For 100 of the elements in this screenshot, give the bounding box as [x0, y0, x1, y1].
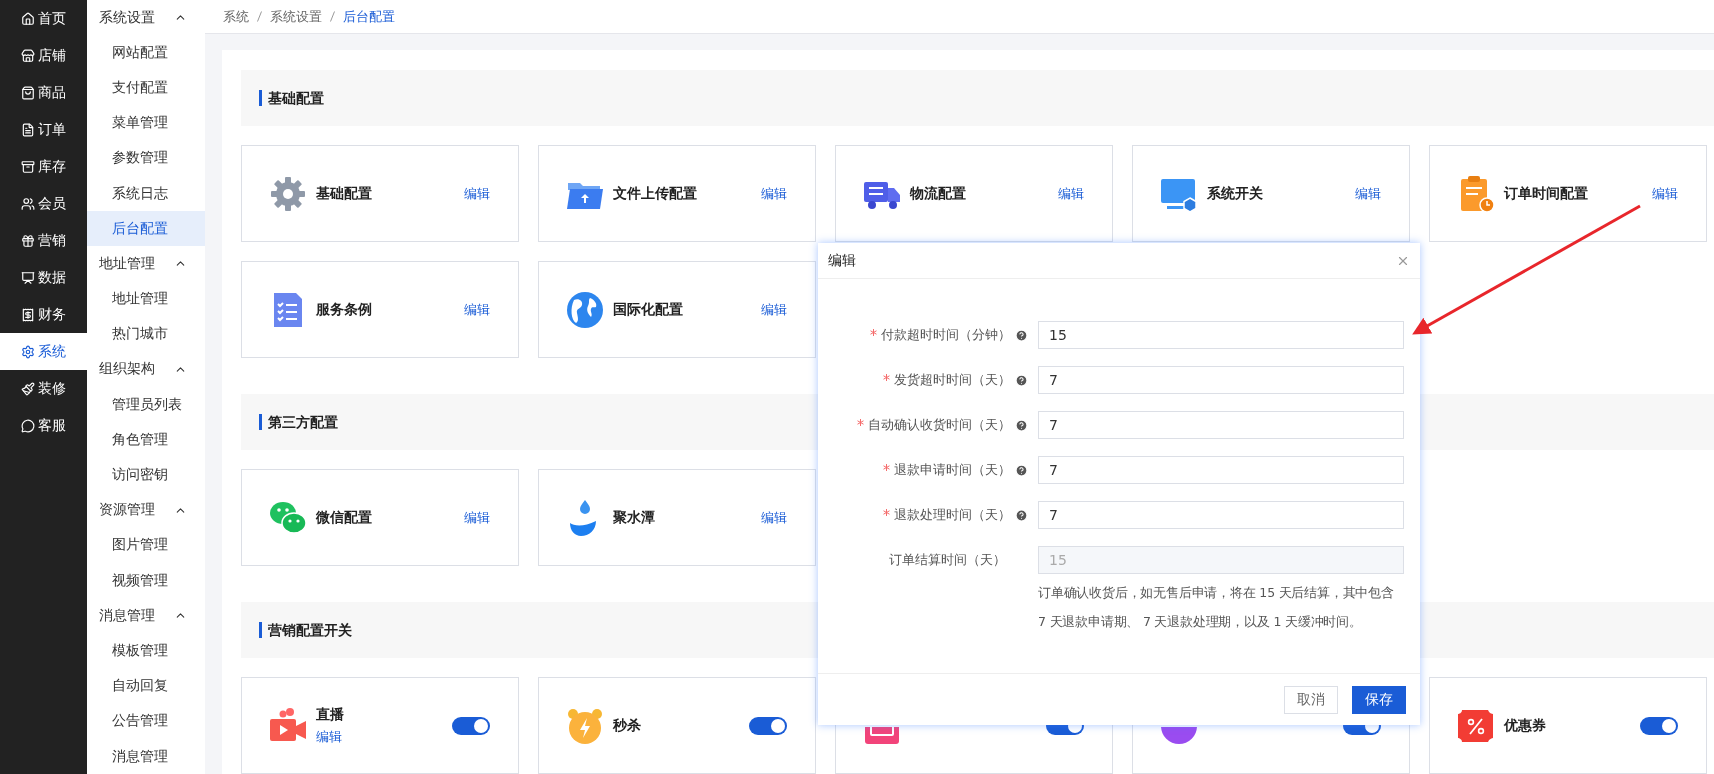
nav-item[interactable]: 客服: [0, 407, 87, 444]
edit-link[interactable]: 编辑: [316, 727, 342, 746]
menu-group-label: 组织架构: [99, 360, 155, 379]
input-field[interactable]: 15: [1038, 321, 1404, 349]
input-field[interactable]: 7: [1038, 411, 1404, 439]
menu-group-label: 地址管理: [99, 254, 155, 273]
menu-item[interactable]: 网站配置: [87, 35, 205, 71]
menu-item[interactable]: 菜单管理: [87, 105, 205, 141]
help-icon[interactable]: [1015, 373, 1028, 387]
card-title: 物流配置: [910, 184, 966, 203]
menu-item[interactable]: 公告管理: [87, 703, 205, 739]
menu-item[interactable]: 自动回复: [87, 668, 205, 704]
nav-item[interactable]: 库存: [0, 148, 87, 185]
section-title: 第三方配置: [259, 414, 338, 430]
menu-item[interactable]: 系统日志: [87, 175, 205, 212]
menu-group[interactable]: 组织架构: [87, 351, 205, 388]
chart-board-icon: [21, 270, 35, 285]
menu-group[interactable]: 资源管理: [87, 492, 205, 528]
nav-item[interactable]: 商品: [0, 74, 87, 111]
edit-link[interactable]: 编辑: [464, 300, 490, 319]
input-field[interactable]: 7: [1038, 456, 1404, 484]
menu-group-label: 消息管理: [99, 606, 155, 625]
round-app-icon: [1159, 727, 1199, 744]
nav-item[interactable]: 数据: [0, 259, 87, 296]
card-title: 微信配置: [316, 508, 372, 527]
menu-item[interactable]: 参数管理: [87, 140, 205, 176]
toggle-switch[interactable]: [452, 716, 490, 735]
toggle-switch[interactable]: [749, 716, 787, 735]
gift-icon: [21, 233, 35, 248]
breadcrumb-link[interactable]: 后台配置: [343, 7, 395, 26]
bag-icon: [21, 85, 35, 100]
input-field[interactable]: 7: [1038, 501, 1404, 529]
nav-item[interactable]: 店铺: [0, 37, 87, 74]
toggle-switch[interactable]: [1640, 716, 1678, 735]
breadcrumb-link[interactable]: 系统: [223, 7, 249, 26]
home-icon: [21, 11, 35, 26]
help-icon[interactable]: [1015, 328, 1028, 342]
section-title: 基础配置: [259, 90, 324, 106]
edit-link[interactable]: 编辑: [1058, 184, 1084, 203]
cancel-button[interactable]: 取消: [1284, 685, 1338, 714]
card-title: 系统开关: [1207, 184, 1263, 203]
edit-link[interactable]: 编辑: [761, 508, 787, 527]
nav-item[interactable]: 首页: [0, 0, 87, 37]
card-title: 优惠券: [1504, 716, 1546, 735]
card-title: 直播: [316, 705, 344, 724]
menu-item[interactable]: 管理员列表: [87, 387, 205, 423]
menu-group[interactable]: 地址管理: [87, 246, 205, 282]
nav-item[interactable]: 财务: [0, 296, 87, 333]
settings-icon: [21, 344, 35, 359]
separator-icon: [257, 11, 262, 22]
nav-item[interactable]: 订单: [0, 111, 87, 148]
card-title: 订单时间配置: [1504, 184, 1588, 203]
dialog-title: 编辑: [828, 251, 856, 270]
document-icon: [21, 122, 35, 137]
edit-link[interactable]: 编辑: [761, 300, 787, 319]
field-label: 订单结算时间（天）: [889, 551, 1006, 569]
globe-icon: [565, 289, 605, 330]
menu-group-label: 系统设置: [99, 8, 155, 27]
save-button[interactable]: 保存: [1352, 685, 1406, 714]
field-label: 退款申请时间（天）: [894, 461, 1011, 479]
help-icon[interactable]: [1015, 508, 1028, 522]
menu-item[interactable]: 视频管理: [87, 563, 205, 599]
menu-item[interactable]: 消息管理: [87, 738, 205, 774]
card-title: 聚水潭: [613, 508, 655, 527]
menu-item[interactable]: 访问密钥: [87, 457, 205, 493]
nav-item[interactable]: 营销: [0, 222, 87, 259]
menu-item[interactable]: 角色管理: [87, 422, 205, 458]
input-field[interactable]: 7: [1038, 366, 1404, 394]
field-note: 订单确认收货后，如无售后申请，将在 15 天后结算，其中包含 7 天退款申请期、 7 天退款处理期，以及 1 天缓冲时间。: [1038, 584, 1395, 631]
edit-link[interactable]: 编辑: [464, 184, 490, 203]
menu-item[interactable]: 图片管理: [87, 527, 205, 563]
help-icon[interactable]: [1015, 418, 1028, 432]
menu-group[interactable]: 消息管理: [87, 598, 205, 634]
menu-item[interactable]: 后台配置: [87, 211, 205, 247]
menu-item[interactable]: 支付配置: [87, 70, 205, 106]
menu-item[interactable]: 地址管理: [87, 281, 205, 317]
help-icon[interactable]: [1015, 463, 1028, 477]
field-label: 发货超时时间（天）: [894, 371, 1011, 389]
menu-item[interactable]: 模板管理: [87, 633, 205, 669]
card-title: 文件上传配置: [613, 184, 697, 203]
store-icon: [21, 48, 35, 63]
section-title: 营销配置开关: [259, 622, 352, 638]
menu-item[interactable]: 热门城市: [87, 316, 205, 352]
edit-link[interactable]: 编辑: [1652, 184, 1678, 203]
field-label: 退款处理时间（天）: [894, 506, 1011, 524]
nav-item[interactable]: 装修: [0, 370, 87, 407]
card-title: 服务条例: [316, 300, 372, 319]
edit-link[interactable]: 编辑: [761, 184, 787, 203]
nav-item[interactable]: 系统: [0, 333, 87, 370]
breadcrumb-link[interactable]: 系统设置: [270, 7, 322, 26]
separator-icon: [330, 11, 335, 22]
edit-link[interactable]: 编辑: [1355, 184, 1381, 203]
box-icon: [21, 159, 35, 174]
menu-group[interactable]: 系统设置: [87, 0, 205, 36]
brush-icon: [21, 381, 35, 396]
card-title: 秒杀: [613, 716, 641, 735]
field-label: 付款超时时间（分钟）: [881, 326, 1011, 344]
edit-link[interactable]: 编辑: [464, 508, 490, 527]
nav-item[interactable]: 会员: [0, 185, 87, 222]
card-title: 基础配置: [316, 184, 372, 203]
